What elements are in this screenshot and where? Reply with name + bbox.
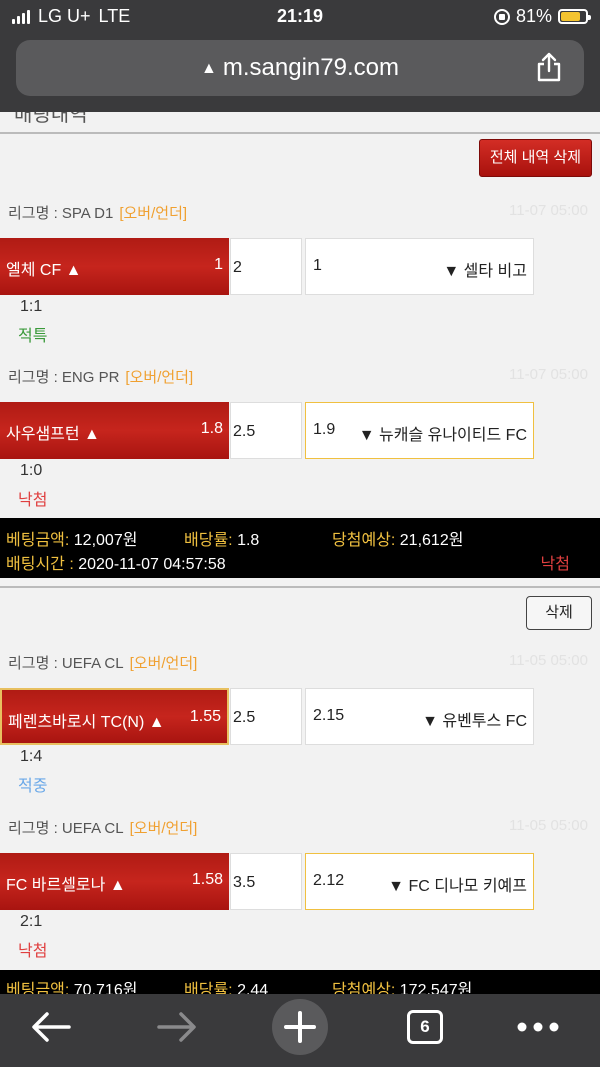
bet-status: 낙첨	[540, 556, 570, 573]
away-team-button[interactable]: 1 ▼ 셀타 비고	[305, 238, 534, 295]
home-odd: 1.55	[189, 708, 221, 725]
url-text: m.sangin79.com	[222, 54, 399, 81]
league-info: 리그명 : UEFA CL [오버/언더]	[8, 820, 198, 837]
expected-win: 172,547원	[399, 982, 473, 994]
home-team-name: FC 바르셀로나 ▲	[6, 877, 126, 894]
home-odd: 1.58	[191, 871, 223, 888]
address-bar[interactable]: ▲ m.sangin79.com	[16, 40, 584, 96]
status-bar: LG U+ LTE 21:19 81%	[0, 0, 600, 34]
line-cell: 2.5	[230, 402, 302, 459]
more-dots-icon	[517, 1022, 559, 1032]
bet-type: [오버/언더]	[125, 369, 194, 386]
forward-button[interactable]	[148, 1002, 206, 1052]
bet-amount: 70,716원	[73, 982, 138, 994]
away-odd: 1.9	[313, 421, 336, 438]
divider	[0, 132, 600, 134]
away-team-name: ▼ FC 디나모 키예프	[388, 878, 527, 895]
bet-summary: 베팅금액: 70,716원 배당률: 2.44 당첨예상: 172,547원	[0, 970, 600, 994]
match-score: 1:1	[20, 298, 43, 315]
match-time: 11-05 05:00	[509, 817, 588, 834]
page-content: 배팅내역 전체 내역 삭제 리그명 : SPA D1 [오버/언더] 11-07 …	[0, 112, 600, 994]
bet-type: [오버/언더]	[119, 205, 188, 222]
home-team-button[interactable]: 사우샘프턴 ▲ 1.8	[0, 402, 229, 459]
away-team-button[interactable]: 2.12 ▼ FC 디나모 키예프	[305, 853, 534, 910]
line-cell: 2	[230, 238, 302, 295]
match-time: 11-05 05:00	[509, 652, 588, 669]
delete-button[interactable]: 삭제	[526, 596, 592, 630]
plus-icon	[284, 1011, 316, 1043]
warning-icon: ▲	[201, 60, 217, 77]
bet-type: [오버/언더]	[129, 820, 198, 837]
home-odd: 1.8	[200, 420, 223, 437]
back-arrow-icon	[32, 1012, 71, 1042]
home-team-button[interactable]: 페렌츠바로시 TC(N) ▲ 1.55	[0, 688, 229, 745]
match-score: 2:1	[20, 913, 43, 930]
browser-toolbar: 6	[0, 994, 600, 1067]
match-score: 1:4	[20, 748, 43, 765]
delete-all-button[interactable]: 전체 내역 삭제	[478, 139, 592, 177]
away-team-name: ▼ 셀타 비고	[443, 263, 527, 280]
back-button[interactable]	[22, 1002, 80, 1052]
home-team-button[interactable]: FC 바르셀로나 ▲ 1.58	[0, 853, 229, 910]
battery-icon	[558, 9, 591, 24]
home-team-name: 엘체 CF ▲	[6, 262, 82, 279]
line-cell: 3.5	[230, 853, 302, 910]
divider	[0, 586, 600, 588]
page-heading: 배팅내역	[14, 112, 88, 126]
match-result: 낙첨	[18, 943, 48, 960]
away-odd: 2.12	[313, 872, 345, 889]
match-time: 11-07 05:00	[509, 202, 588, 219]
home-team-button[interactable]: 엘체 CF ▲ 1	[0, 238, 229, 295]
match-result: 낙첨	[18, 492, 48, 509]
match-score: 1:0	[20, 462, 43, 479]
bet-amount: 12,007원	[73, 532, 138, 549]
tab-count: 6	[407, 1010, 443, 1044]
match-result: 적중	[18, 778, 48, 795]
match-time: 11-07 05:00	[509, 366, 588, 383]
bet-type: [오버/언더]	[129, 655, 198, 672]
away-team-button[interactable]: 1.9 ▼ 뉴캐슬 유나이티드 FC	[305, 402, 534, 459]
home-team-name: 사우샘프턴 ▲	[6, 426, 100, 443]
bet-rate: 1.8	[237, 532, 260, 549]
bet-rate: 2.44	[237, 982, 269, 994]
battery-percent: 81%	[515, 6, 552, 26]
rotation-lock-icon	[493, 8, 510, 25]
browser-chrome: LG U+ LTE 21:19 81% ▲ m.sangin79.com	[0, 0, 600, 112]
home-odd: 1	[214, 256, 223, 273]
bet-time: 2020-11-07 04:57:58	[78, 556, 226, 573]
away-team-button[interactable]: 2.15 ▼ 유벤투스 FC	[305, 688, 534, 745]
league-info: 리그명 : ENG PR [오버/언더]	[8, 369, 194, 386]
new-tab-button[interactable]	[271, 999, 329, 1055]
away-odd: 2.15	[313, 707, 345, 724]
away-team-name: ▼ 유벤투스 FC	[422, 713, 527, 730]
match-result: 적특	[18, 328, 48, 345]
share-icon[interactable]	[536, 52, 562, 82]
league-info: 리그명 : UEFA CL [오버/언더]	[8, 655, 198, 672]
league-info: 리그명 : SPA D1 [오버/언더]	[8, 205, 188, 222]
tabs-button[interactable]: 6	[400, 1002, 450, 1052]
more-menu-button[interactable]	[508, 1002, 568, 1052]
home-team-name: 페렌츠바로시 TC(N) ▲	[8, 714, 165, 731]
line-cell: 2.5	[230, 688, 302, 745]
away-odd: 1	[313, 257, 322, 274]
expected-win: 21,612원	[399, 532, 464, 549]
bet-summary: 베팅금액: 12,007원 배당률: 1.8 당첨예상: 21,612원 배팅시…	[0, 518, 600, 578]
forward-arrow-icon	[157, 1012, 196, 1042]
away-team-name: ▼ 뉴캐슬 유나이티드 FC	[358, 427, 527, 444]
